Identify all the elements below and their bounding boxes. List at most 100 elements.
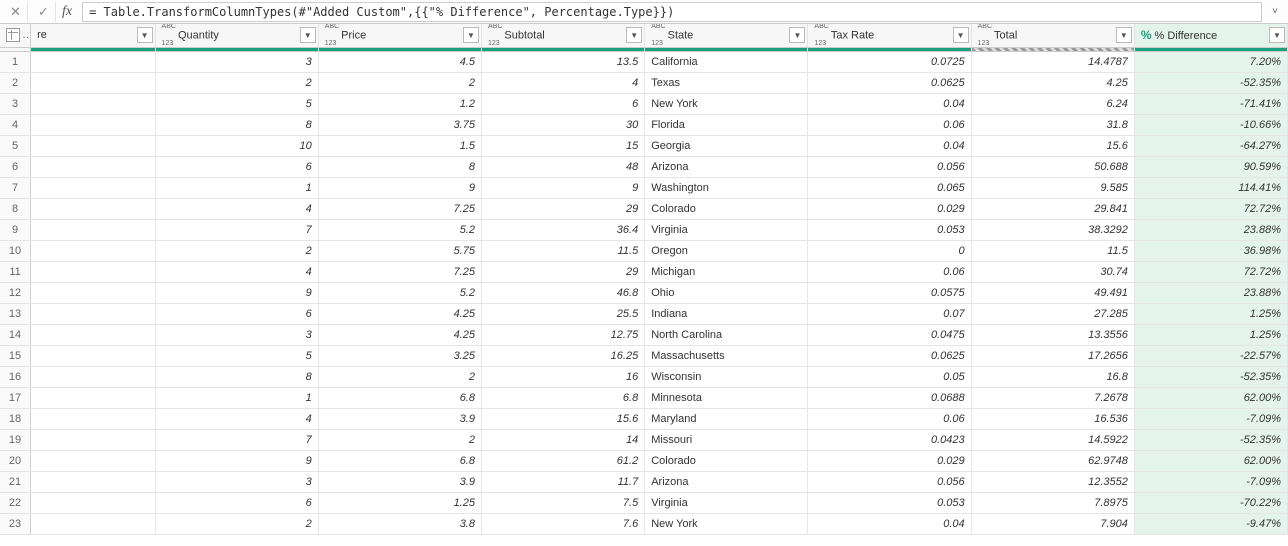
cell-qty[interactable]: 1 xyxy=(155,387,318,408)
table-row[interactable]: 1295.246.8Ohio0.057549.49123.88% xyxy=(0,282,1288,303)
cell-qty[interactable]: 10 xyxy=(155,135,318,156)
table-row[interactable]: 2323.87.6New York0.047.904-9.47% xyxy=(0,513,1288,534)
cell-diff[interactable]: 62.00% xyxy=(1134,387,1287,408)
cell-state[interactable]: Arizona xyxy=(645,471,808,492)
cell-sub[interactable]: 7.6 xyxy=(481,513,644,534)
column-header-total[interactable]: ABC123Total▼ xyxy=(971,24,1134,47)
cell-price[interactable]: 1.5 xyxy=(318,135,481,156)
cell-price[interactable]: 4.25 xyxy=(318,324,481,345)
cell-diff[interactable]: -10.66% xyxy=(1134,114,1287,135)
cell-tax[interactable]: 0.0625 xyxy=(808,72,971,93)
cell-re[interactable] xyxy=(31,156,155,177)
formula-confirm-button[interactable]: ✓ xyxy=(32,2,56,22)
cell-diff[interactable]: 90.59% xyxy=(1134,156,1287,177)
row-number[interactable]: 5 xyxy=(0,135,31,156)
cell-state[interactable]: Washington xyxy=(645,177,808,198)
table-row[interactable]: 1025.7511.5Oregon011.536.98% xyxy=(0,240,1288,261)
table-row[interactable]: 847.2529Colorado0.02929.84172.72% xyxy=(0,198,1288,219)
cell-tax[interactable]: 0.0688 xyxy=(808,387,971,408)
cell-price[interactable]: 3.8 xyxy=(318,513,481,534)
column-filter-button[interactable]: ▼ xyxy=(1269,27,1285,43)
cell-qty[interactable]: 7 xyxy=(155,219,318,240)
cell-state[interactable]: Colorado xyxy=(645,450,808,471)
table-row[interactable]: 134.513.5California0.072514.47877.20% xyxy=(0,51,1288,72)
row-number[interactable]: 20 xyxy=(0,450,31,471)
cell-total[interactable]: 17.2656 xyxy=(971,345,1134,366)
table-row[interactable]: 1716.86.8Minnesota0.06887.267862.00% xyxy=(0,387,1288,408)
cell-state[interactable]: North Carolina xyxy=(645,324,808,345)
row-number[interactable]: 3 xyxy=(0,93,31,114)
cell-sub[interactable]: 29 xyxy=(481,198,644,219)
type-any-icon[interactable]: ABC123 xyxy=(814,26,828,45)
cell-qty[interactable]: 9 xyxy=(155,282,318,303)
type-any-icon[interactable]: ABC123 xyxy=(978,26,992,45)
cell-re[interactable] xyxy=(31,51,155,72)
cell-tax[interactable]: 0.0625 xyxy=(808,345,971,366)
cell-qty[interactable]: 6 xyxy=(155,156,318,177)
cell-state[interactable]: New York xyxy=(645,93,808,114)
row-number[interactable]: 6 xyxy=(0,156,31,177)
cell-sub[interactable]: 4 xyxy=(481,72,644,93)
row-number[interactable]: 14 xyxy=(0,324,31,345)
row-number[interactable]: 7 xyxy=(0,177,31,198)
row-number[interactable]: 22 xyxy=(0,492,31,513)
cell-qty[interactable]: 2 xyxy=(155,240,318,261)
row-number[interactable]: 23 xyxy=(0,513,31,534)
cell-total[interactable]: 15.6 xyxy=(971,135,1134,156)
cell-diff[interactable]: 36.98% xyxy=(1134,240,1287,261)
cell-re[interactable] xyxy=(31,282,155,303)
cell-diff[interactable]: 1.25% xyxy=(1134,303,1287,324)
column-header-tax[interactable]: ABC123Tax Rate▼ xyxy=(808,24,971,47)
column-header-price[interactable]: ABC123Price▼ xyxy=(318,24,481,47)
cell-diff[interactable]: -7.09% xyxy=(1134,408,1287,429)
cell-total[interactable]: 4.25 xyxy=(971,72,1134,93)
cell-re[interactable] xyxy=(31,513,155,534)
cell-state[interactable]: Indiana xyxy=(645,303,808,324)
row-number[interactable]: 18 xyxy=(0,408,31,429)
cell-state[interactable]: Virginia xyxy=(645,219,808,240)
cell-re[interactable] xyxy=(31,219,155,240)
cell-diff[interactable]: -71.41% xyxy=(1134,93,1287,114)
cell-tax[interactable]: 0.056 xyxy=(808,471,971,492)
type-percentage-icon[interactable]: % xyxy=(1141,28,1152,42)
cell-re[interactable] xyxy=(31,450,155,471)
cell-re[interactable] xyxy=(31,471,155,492)
cell-re[interactable] xyxy=(31,345,155,366)
table-row[interactable]: 975.236.4Virginia0.05338.329223.88% xyxy=(0,219,1288,240)
formula-expand-button[interactable]: ˅ xyxy=(1266,2,1284,22)
cell-diff[interactable]: -7.09% xyxy=(1134,471,1287,492)
cell-state[interactable]: Massachusetts xyxy=(645,345,808,366)
cell-tax[interactable]: 0.06 xyxy=(808,408,971,429)
cell-sub[interactable]: 9 xyxy=(481,177,644,198)
cell-re[interactable] xyxy=(31,387,155,408)
column-filter-button[interactable]: ▼ xyxy=(626,27,642,43)
cell-qty[interactable]: 6 xyxy=(155,492,318,513)
cell-state[interactable]: Minnesota xyxy=(645,387,808,408)
cell-diff[interactable]: -52.35% xyxy=(1134,72,1287,93)
cell-price[interactable]: 5.2 xyxy=(318,219,481,240)
cell-tax[interactable]: 0 xyxy=(808,240,971,261)
cell-total[interactable]: 31.8 xyxy=(971,114,1134,135)
cell-sub[interactable]: 6.8 xyxy=(481,387,644,408)
cell-qty[interactable]: 2 xyxy=(155,513,318,534)
cell-re[interactable] xyxy=(31,240,155,261)
cell-sub[interactable]: 15 xyxy=(481,135,644,156)
cell-re[interactable] xyxy=(31,198,155,219)
cell-price[interactable]: 3.25 xyxy=(318,345,481,366)
cell-tax[interactable]: 0.04 xyxy=(808,513,971,534)
cell-re[interactable] xyxy=(31,408,155,429)
cell-re[interactable] xyxy=(31,135,155,156)
cell-total[interactable]: 62.9748 xyxy=(971,450,1134,471)
cell-re[interactable] xyxy=(31,303,155,324)
cell-total[interactable]: 7.904 xyxy=(971,513,1134,534)
cell-qty[interactable]: 1 xyxy=(155,177,318,198)
row-number[interactable]: 9 xyxy=(0,219,31,240)
cell-total[interactable]: 16.536 xyxy=(971,408,1134,429)
cell-diff[interactable]: 72.72% xyxy=(1134,198,1287,219)
row-number[interactable]: 12 xyxy=(0,282,31,303)
row-number-header[interactable]: ▾ xyxy=(0,24,31,47)
table-row[interactable]: 1434.2512.75North Carolina0.047513.35561… xyxy=(0,324,1288,345)
cell-qty[interactable]: 4 xyxy=(155,198,318,219)
cell-price[interactable]: 6.8 xyxy=(318,387,481,408)
cell-re[interactable] xyxy=(31,177,155,198)
